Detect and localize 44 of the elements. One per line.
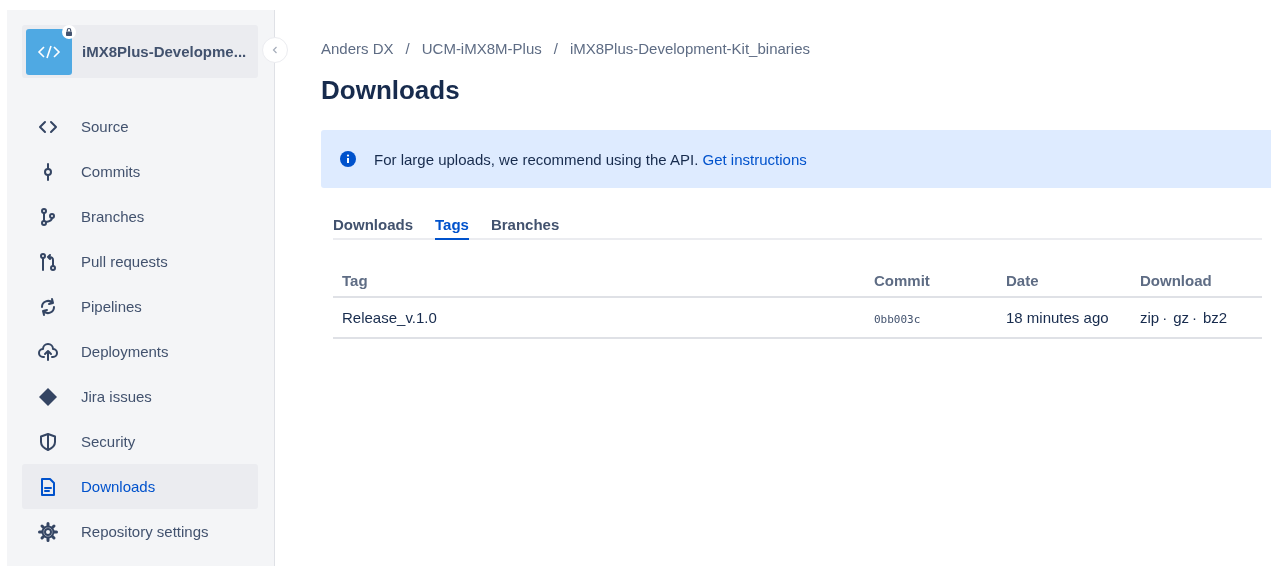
chevron-left-icon [272,46,278,54]
shield-icon [38,431,58,452]
commit-hash[interactable]: 0bb003c [874,313,921,327]
column-header: Date [1006,272,1039,290]
pipeline-icon [38,296,58,317]
info-icon [340,151,356,168]
tag-name: Release_v.1.0 [342,309,437,327]
sidebar-item[interactable]: Source [22,104,258,149]
download-link[interactable]: bz2 [1203,309,1228,327]
gear-icon [38,521,58,542]
column-header: Tag [342,272,368,290]
repo-header[interactable]: iMX8Plus-Developme... [22,25,258,78]
download-link[interactable]: zip [1140,309,1160,327]
breadcrumb-link[interactable]: UCM-iMX8M-Plus [421,40,542,57]
tab[interactable]: Tags [435,214,469,241]
sidebar-item[interactable]: Branches [22,194,258,239]
sidebar-item[interactable]: Pipelines [22,284,258,329]
download-link[interactable]: gz [1173,309,1190,327]
separator-dot: · [1162,309,1168,327]
separator-dot: · [1192,309,1198,327]
column-header: Commit [874,272,930,290]
sidebar-item[interactable]: Downloads [22,464,258,509]
breadcrumb-separator: / [405,40,410,57]
code-icon [37,43,61,60]
banner-message: For large uploads, we recommend using the API. Get instructions [374,150,807,168]
sidebar-item[interactable]: Pull requests [22,239,258,284]
sidebar-item[interactable]: Deployments [22,329,258,374]
branch-icon [38,206,58,227]
sidebar-item[interactable]: Commits [22,149,258,194]
repo-name: iMX8Plus-Developme... [82,43,247,60]
date-text: 18 minutes ago [1006,309,1109,327]
breadcrumb-link[interactable]: iMX8Plus-Development-Kit_binaries [569,40,810,57]
instructions-link[interactable]: Get instructions [702,150,807,168]
file-icon [38,476,58,497]
tab[interactable]: Branches [490,214,560,241]
page-title: Downloads [321,75,461,107]
sidebar-item[interactable]: Security [22,419,258,464]
sidebar-item[interactable]: Jira issues [22,374,258,419]
column-header: Download [1140,272,1212,290]
sidebar-item[interactable]: Repository settings [22,509,258,554]
breadcrumb-link[interactable]: Anders DX [321,40,394,57]
tab[interactable]: Downloads [333,214,413,241]
breadcrumb-separator: / [553,40,558,57]
collapse-button[interactable] [262,37,288,63]
